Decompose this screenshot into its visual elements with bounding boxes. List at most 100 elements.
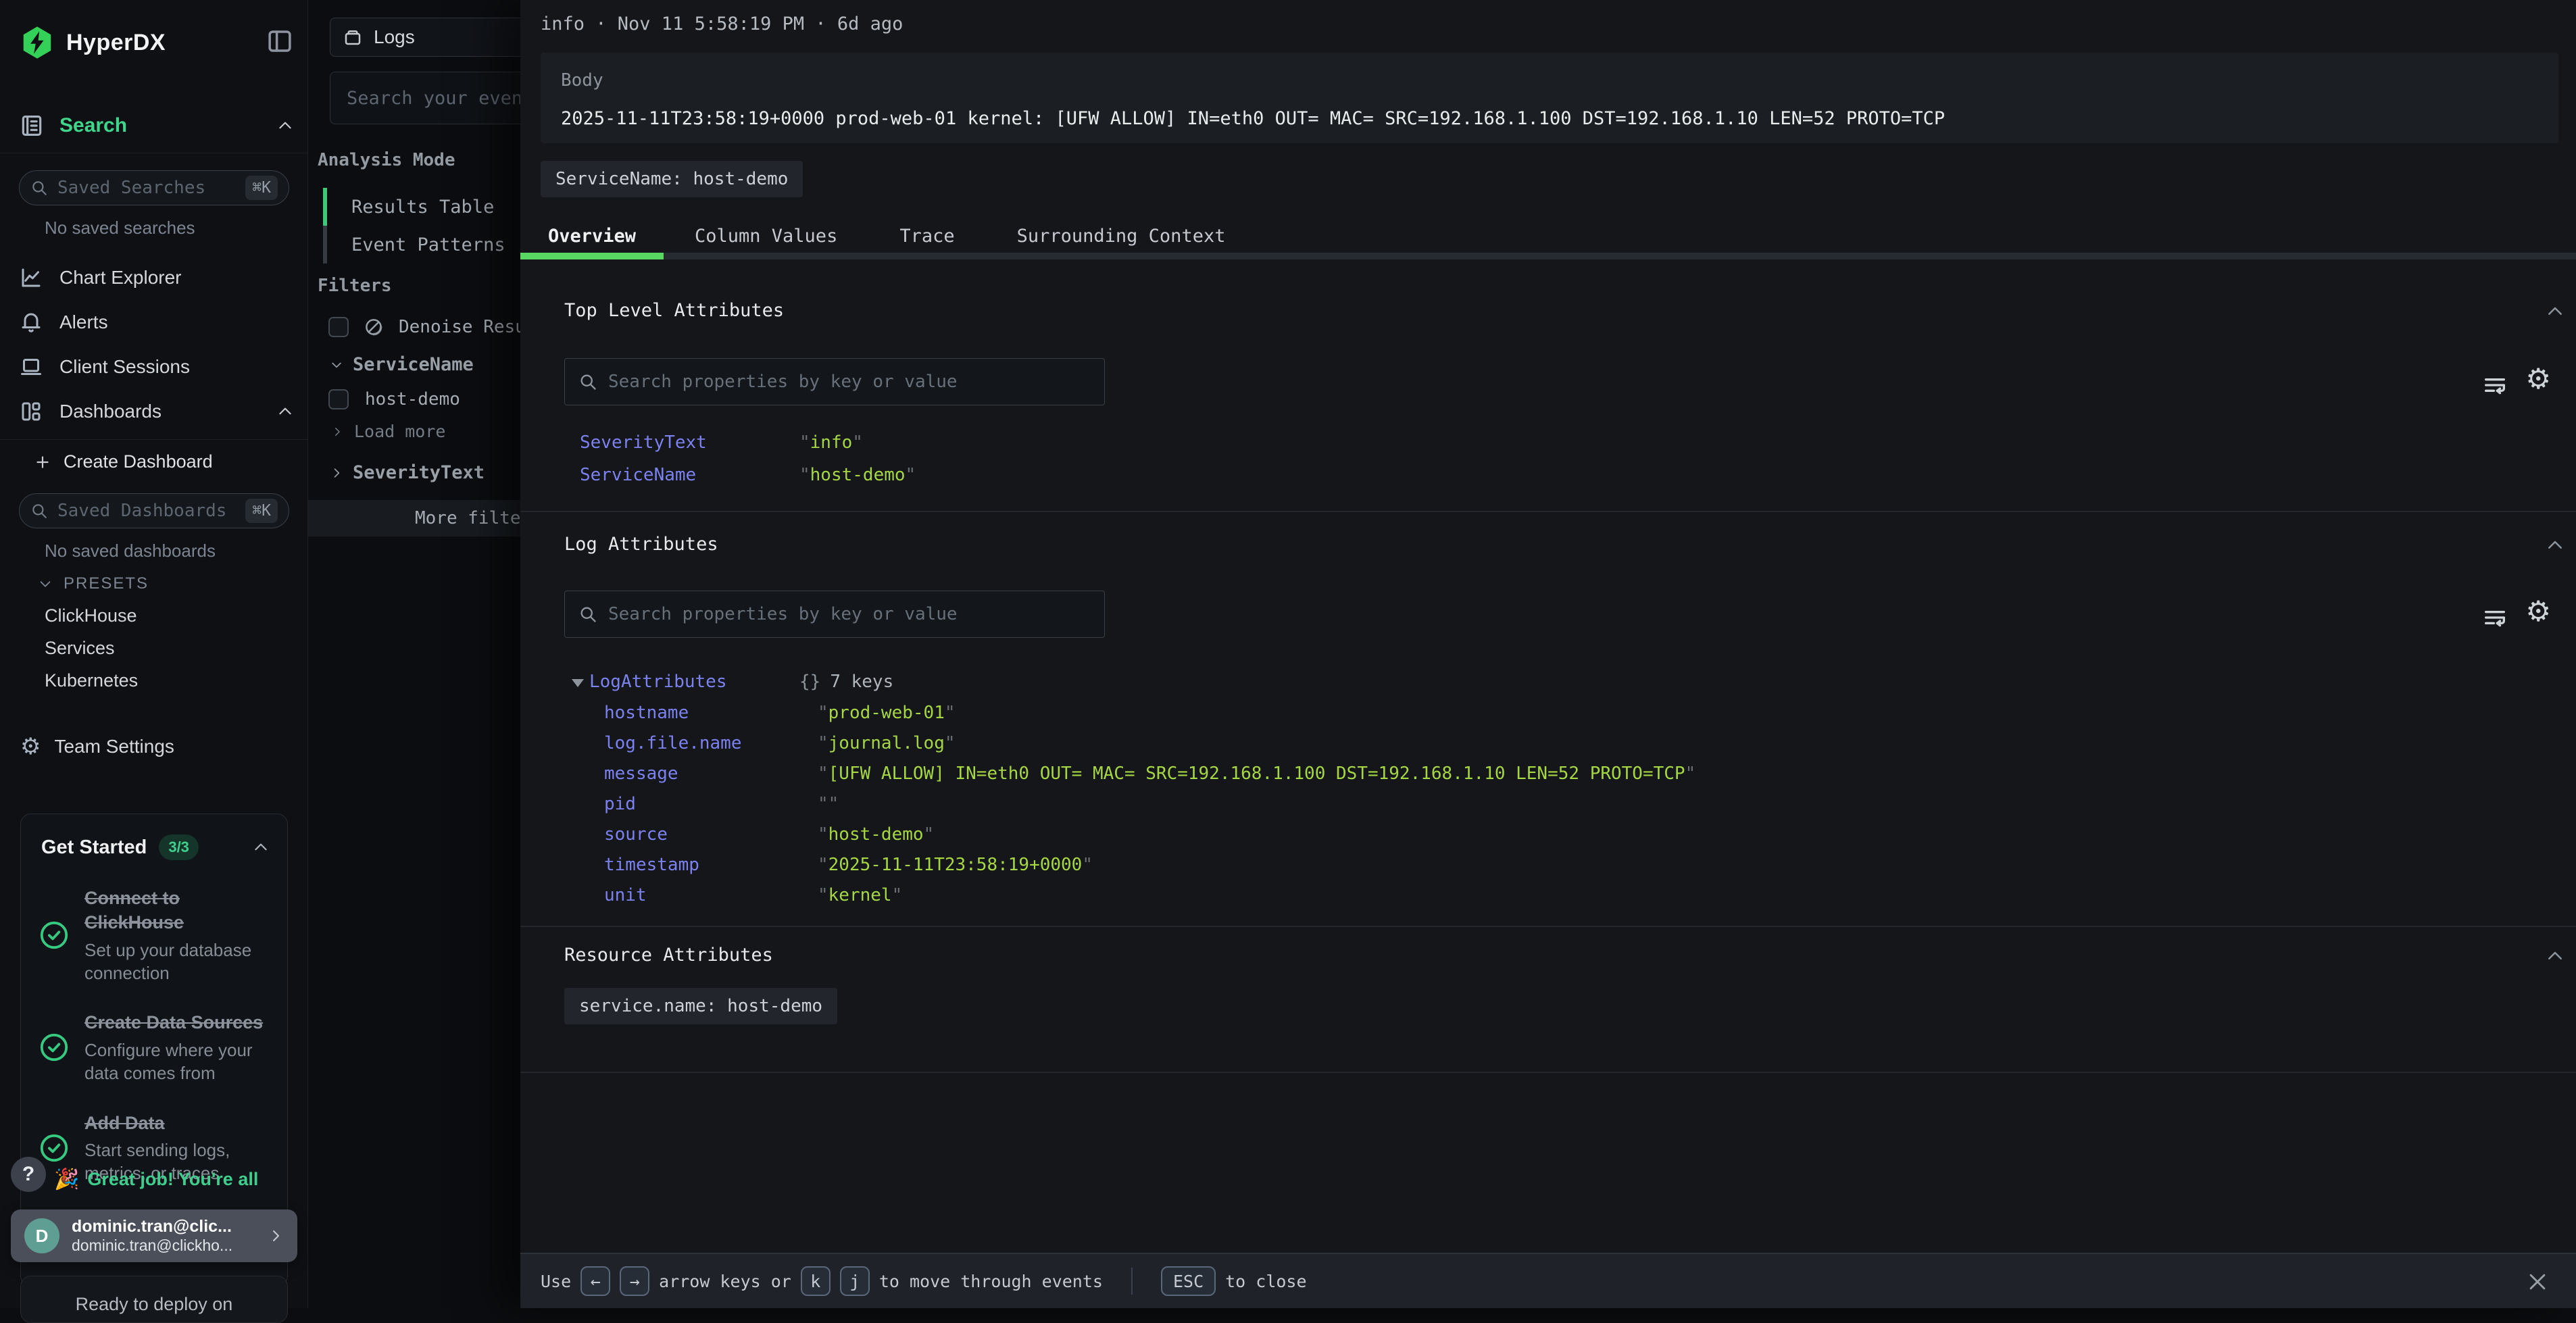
- chevron-up-icon[interactable]: [252, 839, 270, 856]
- event-search-input[interactable]: [347, 88, 536, 109]
- saved-dashboards-input[interactable]: [57, 501, 236, 521]
- tab-column-values[interactable]: Column Values: [664, 222, 868, 251]
- collapse-sidebar-icon[interactable]: [266, 27, 294, 55]
- servicename-tag-chip[interactable]: ServiceName: host-demo: [541, 161, 803, 197]
- kbd-j: j: [840, 1266, 870, 1296]
- attribute-key[interactable]: log.file.name: [604, 733, 818, 753]
- sidebar-item-alerts[interactable]: Alerts: [19, 303, 294, 342]
- attribute-value[interactable]: 2025-11-11T23:58:19+0000: [818, 855, 1093, 875]
- attribute-value[interactable]: info: [799, 432, 863, 453]
- more-filters-button[interactable]: More filte: [308, 500, 520, 536]
- sidebar-item-dashboards[interactable]: Dashboards: [19, 392, 294, 431]
- attribute-value[interactable]: host-demo: [818, 824, 934, 845]
- sidebar-item-chart-explorer[interactable]: Chart Explorer: [19, 258, 294, 297]
- attribute-key[interactable]: ServiceName: [580, 465, 799, 485]
- attribute-row[interactable]: hostname prod-web-01: [604, 703, 2556, 723]
- sidebar-item-team-settings[interactable]: ⚙ Team Settings: [20, 735, 174, 758]
- collapse-section-icon[interactable]: [2545, 946, 2565, 966]
- attribute-row[interactable]: timestamp 2025-11-11T23:58:19+0000: [604, 855, 2556, 875]
- log-attrs-search-input[interactable]: [608, 604, 1091, 624]
- attribute-key[interactable]: hostname: [604, 703, 818, 723]
- chevron-up-icon[interactable]: [276, 117, 294, 134]
- tab-trace[interactable]: Trace: [868, 222, 985, 251]
- attribute-value[interactable]: kernel: [818, 885, 902, 905]
- logs-source-icon: [343, 27, 363, 47]
- attribute-key[interactable]: unit: [604, 885, 818, 905]
- saved-dashboards-search[interactable]: ⌘K: [19, 493, 289, 528]
- presets-group-header[interactable]: PRESETS: [38, 574, 149, 593]
- attribute-value[interactable]: [818, 794, 839, 814]
- wrap-lines-icon[interactable]: [2481, 372, 2508, 399]
- top-attrs-search-input[interactable]: [608, 372, 1091, 392]
- attribute-key[interactable]: timestamp: [604, 855, 818, 875]
- tab-overview[interactable]: Overview: [520, 222, 664, 251]
- wrap-lines-icon[interactable]: [2481, 604, 2508, 631]
- tree-expand-icon[interactable]: [572, 679, 584, 687]
- filter-group-severitytext[interactable]: SeverityText: [330, 462, 485, 483]
- saved-searches-input[interactable]: [57, 178, 236, 198]
- attribute-row[interactable]: ServiceName host-demo: [580, 465, 916, 485]
- log-attrs-search-box[interactable]: [564, 591, 1105, 638]
- log-attributes-root-row[interactable]: LogAttributes {} 7 keys: [572, 672, 893, 692]
- mode-results-table[interactable]: Results Table: [323, 188, 494, 226]
- body-text[interactable]: 2025-11-11T23:58:19+0000 prod-web-01 ker…: [561, 108, 2545, 129]
- gear-icon[interactable]: ⚙: [2525, 365, 2551, 393]
- sidebar-item-client-sessions[interactable]: Client Sessions: [19, 347, 294, 386]
- get-started-step-connect[interactable]: Connect to ClickHouse Set up your databa…: [21, 886, 287, 984]
- sidebar-item-preset-kubernetes[interactable]: Kubernetes: [45, 670, 138, 691]
- no-saved-dashboards-text: No saved dashboards: [45, 541, 216, 561]
- sidebar-item-search[interactable]: Search: [19, 107, 294, 145]
- filter-value-host-demo[interactable]: host-demo: [328, 389, 460, 409]
- get-started-step-sources[interactable]: Create Data Sources Configure where your…: [21, 1010, 287, 1084]
- attribute-row[interactable]: unit kernel: [604, 885, 2556, 905]
- kbd-arrow-right: →: [620, 1266, 649, 1296]
- attribute-key[interactable]: message: [604, 764, 818, 784]
- sidebar-item-preset-clickhouse[interactable]: ClickHouse: [45, 605, 137, 626]
- attribute-value[interactable]: host-demo: [799, 465, 916, 485]
- braces-icon: {}: [799, 672, 820, 692]
- event-search-box[interactable]: [330, 72, 553, 124]
- sidebar-item-preset-services[interactable]: Services: [45, 638, 115, 659]
- create-dashboard-button[interactable]: Create Dashboard: [34, 451, 213, 472]
- tab-surrounding-context[interactable]: Surrounding Context: [986, 222, 1257, 251]
- filter-group-servicename[interactable]: ServiceName: [330, 354, 474, 375]
- host-demo-checkbox[interactable]: [328, 389, 349, 409]
- collapse-section-icon[interactable]: [2545, 535, 2565, 555]
- chevron-up-icon[interactable]: [276, 403, 294, 420]
- top-attrs-search-box[interactable]: [564, 358, 1105, 405]
- app-logo[interactable]: HyperDX: [19, 24, 166, 61]
- collapse-section-icon[interactable]: [2545, 301, 2565, 322]
- close-icon[interactable]: [2526, 1270, 2549, 1293]
- attribute-value[interactable]: prod-web-01: [818, 703, 956, 723]
- help-button[interactable]: ?: [11, 1157, 46, 1192]
- attribute-row[interactable]: SeverityText info: [580, 432, 863, 453]
- sidebar-item-label: Search: [59, 114, 127, 137]
- sidebar: HyperDX Search ⌘K No saved searches Char…: [0, 0, 308, 1308]
- denoise-results-filter[interactable]: Denoise Resul: [328, 308, 537, 346]
- attribute-key[interactable]: SeverityText: [580, 432, 799, 453]
- gear-icon[interactable]: ⚙: [2525, 597, 2551, 626]
- attribute-value[interactable]: [UFW ALLOW] IN=eth0 OUT= MAC= SRC=192.16…: [818, 764, 1695, 784]
- attribute-row[interactable]: source host-demo: [604, 824, 2556, 845]
- attribute-value[interactable]: journal.log: [818, 733, 956, 753]
- attribute-key[interactable]: pid: [604, 794, 818, 814]
- attribute-key[interactable]: LogAttributes: [589, 672, 799, 692]
- attribute-key[interactable]: source: [604, 824, 818, 845]
- check-circle-icon: [39, 920, 70, 951]
- attribute-row[interactable]: message [UFW ALLOW] IN=eth0 OUT= MAC= SR…: [604, 764, 2556, 784]
- attribute-row[interactable]: log.file.name journal.log: [604, 733, 2556, 753]
- detail-tabs: Overview Column Values Trace Surrounding…: [520, 222, 1256, 251]
- resource-tag-chip[interactable]: service.name: host-demo: [564, 988, 837, 1024]
- divider: [0, 439, 307, 440]
- section-divider: [520, 926, 2576, 927]
- mode-event-patterns[interactable]: Event Patterns: [323, 226, 505, 264]
- load-more-button[interactable]: Load more: [331, 422, 445, 441]
- inactive-mode-indicator: [323, 226, 327, 264]
- plus-icon: [34, 453, 51, 471]
- saved-searches-search[interactable]: ⌘K: [19, 170, 289, 205]
- denoise-checkbox[interactable]: [328, 317, 349, 337]
- attribute-row[interactable]: pid: [604, 794, 2556, 814]
- user-account-button[interactable]: D dominic.tran@clic... dominic.tran@clic…: [11, 1209, 297, 1262]
- source-selector-button[interactable]: Logs: [330, 18, 553, 57]
- completion-toast: 🎉 Great job! You're all: [54, 1168, 258, 1191]
